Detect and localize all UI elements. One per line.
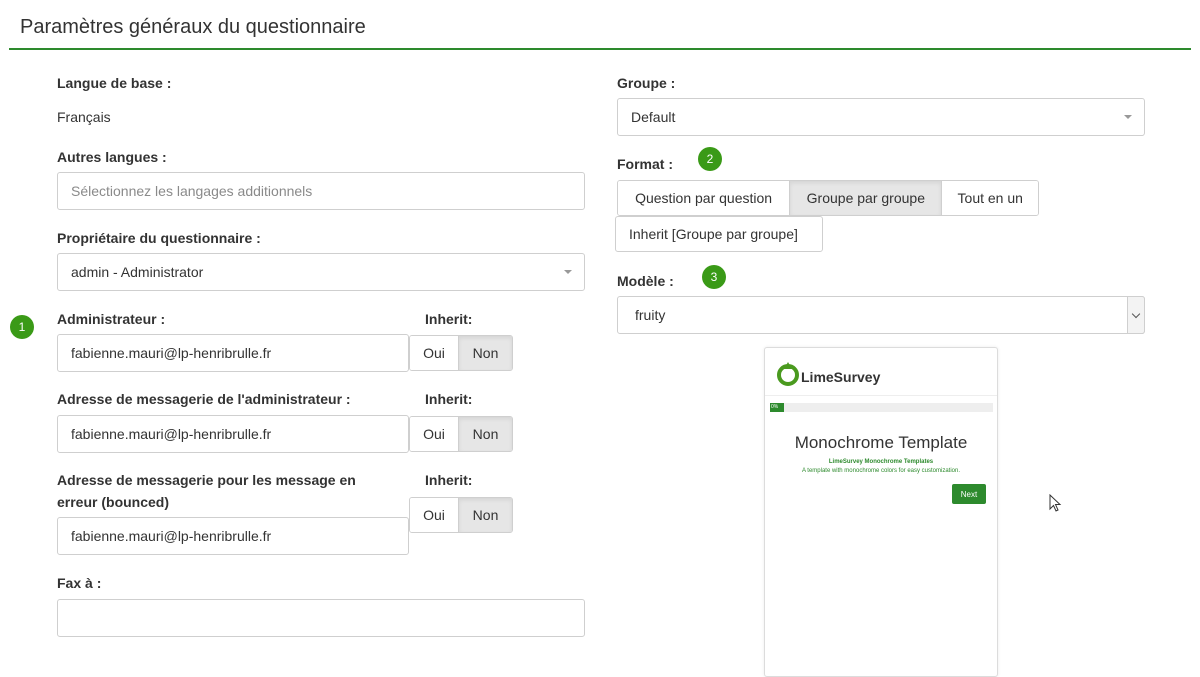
bounce-email-inherit-toggle[interactable]: Oui Non — [409, 497, 513, 533]
fax-input[interactable] — [57, 599, 585, 637]
fax-label: Fax à : — [57, 575, 102, 591]
admin-email-label: Adresse de messagerie de l'administrateu… — [57, 391, 351, 407]
other-languages-input[interactable]: Sélectionnez les langages additionnels — [57, 172, 585, 210]
preview-description: A template with monochrome colors for ea… — [801, 468, 961, 474]
template-preview: LimeSurvey 0% Monochrome Template LimeSu… — [764, 347, 998, 677]
step-badge-1: 1 — [10, 315, 34, 339]
chevron-down-icon[interactable] — [1127, 296, 1145, 334]
format-label: Format : — [617, 156, 673, 172]
format-inherit-button[interactable]: Inherit [Groupe par groupe] — [615, 216, 823, 252]
admin-email-input[interactable]: fabienne.mauri@lp-henribrulle.fr — [57, 415, 409, 453]
page-title: Paramètres généraux du questionnaire — [20, 16, 366, 38]
group-label: Groupe : — [617, 75, 676, 91]
admin-email-input-value: fabienne.mauri@lp-henribrulle.fr — [71, 426, 272, 442]
step-badge-2: 2 — [698, 147, 722, 171]
preview-progress-fill: 0% — [770, 403, 784, 412]
owner-select-value: admin - Administrator — [71, 264, 204, 280]
bounce-email-input[interactable]: fabienne.mauri@lp-henribrulle.fr — [57, 517, 409, 555]
administrator-no-button[interactable]: Non — [458, 336, 512, 370]
admin-email-inherit-toggle[interactable]: Oui Non — [409, 416, 513, 452]
format-option-all[interactable]: Tout en un — [941, 181, 1038, 215]
template-select-value: fruity — [635, 307, 666, 323]
mouse-pointer-icon — [1049, 494, 1062, 512]
preview-next-button: Next — [952, 484, 986, 504]
preview-header: LimeSurvey — [765, 348, 997, 396]
administrator-input-value: fabienne.mauri@lp-henribrulle.fr — [71, 345, 272, 361]
bounce-email-yes-button[interactable]: Oui — [410, 498, 459, 532]
preview-title: Monochrome Template — [794, 433, 968, 452]
group-select-value: Default — [631, 109, 676, 125]
template-label: Modèle : — [617, 273, 674, 289]
other-languages-label: Autres langues : — [57, 149, 167, 165]
owner-select[interactable]: admin - Administrator — [57, 253, 585, 291]
preview-subtitle: LimeSurvey Monochrome Templates — [828, 459, 934, 465]
format-option-question[interactable]: Question par question — [618, 181, 790, 215]
owner-label: Propriétaire du questionnaire : — [57, 230, 261, 246]
base-language-label: Langue de base : — [57, 75, 172, 91]
caret-down-icon — [1124, 115, 1132, 119]
other-languages-placeholder: Sélectionnez les langages additionnels — [71, 183, 313, 199]
admin-email-inherit-label: Inherit: — [425, 391, 473, 407]
bounce-email-label-line2: erreur (bounced) — [57, 494, 170, 510]
group-select[interactable]: Default — [617, 98, 1145, 136]
template-select[interactable]: fruity — [617, 296, 1145, 334]
format-option-group[interactable]: Groupe par groupe — [789, 181, 942, 215]
administrator-label: Administrateur : — [57, 311, 166, 327]
admin-email-no-button[interactable]: Non — [458, 417, 512, 451]
step-badge-3: 3 — [702, 265, 726, 289]
administrator-inherit-label: Inherit: — [425, 311, 473, 327]
bounce-email-label-line1: Adresse de messagerie pour les message e… — [57, 472, 356, 488]
bounce-email-no-button[interactable]: Non — [458, 498, 512, 532]
format-toggle[interactable]: Question par question Groupe par groupe … — [617, 180, 1039, 216]
base-language-value: Français — [57, 109, 111, 125]
bounce-email-inherit-label: Inherit: — [425, 472, 473, 488]
administrator-inherit-toggle[interactable]: Oui Non — [409, 335, 513, 371]
administrator-yes-button[interactable]: Oui — [410, 336, 459, 370]
preview-progress-bar: 0% — [770, 403, 993, 412]
caret-down-icon — [564, 270, 572, 274]
administrator-input[interactable]: fabienne.mauri@lp-henribrulle.fr — [57, 334, 409, 372]
limesurvey-logo-icon — [777, 362, 799, 386]
admin-email-yes-button[interactable]: Oui — [410, 417, 459, 451]
title-divider — [9, 48, 1191, 50]
bounce-email-input-value: fabienne.mauri@lp-henribrulle.fr — [71, 528, 272, 544]
preview-logo-text: LimeSurvey — [801, 369, 881, 385]
